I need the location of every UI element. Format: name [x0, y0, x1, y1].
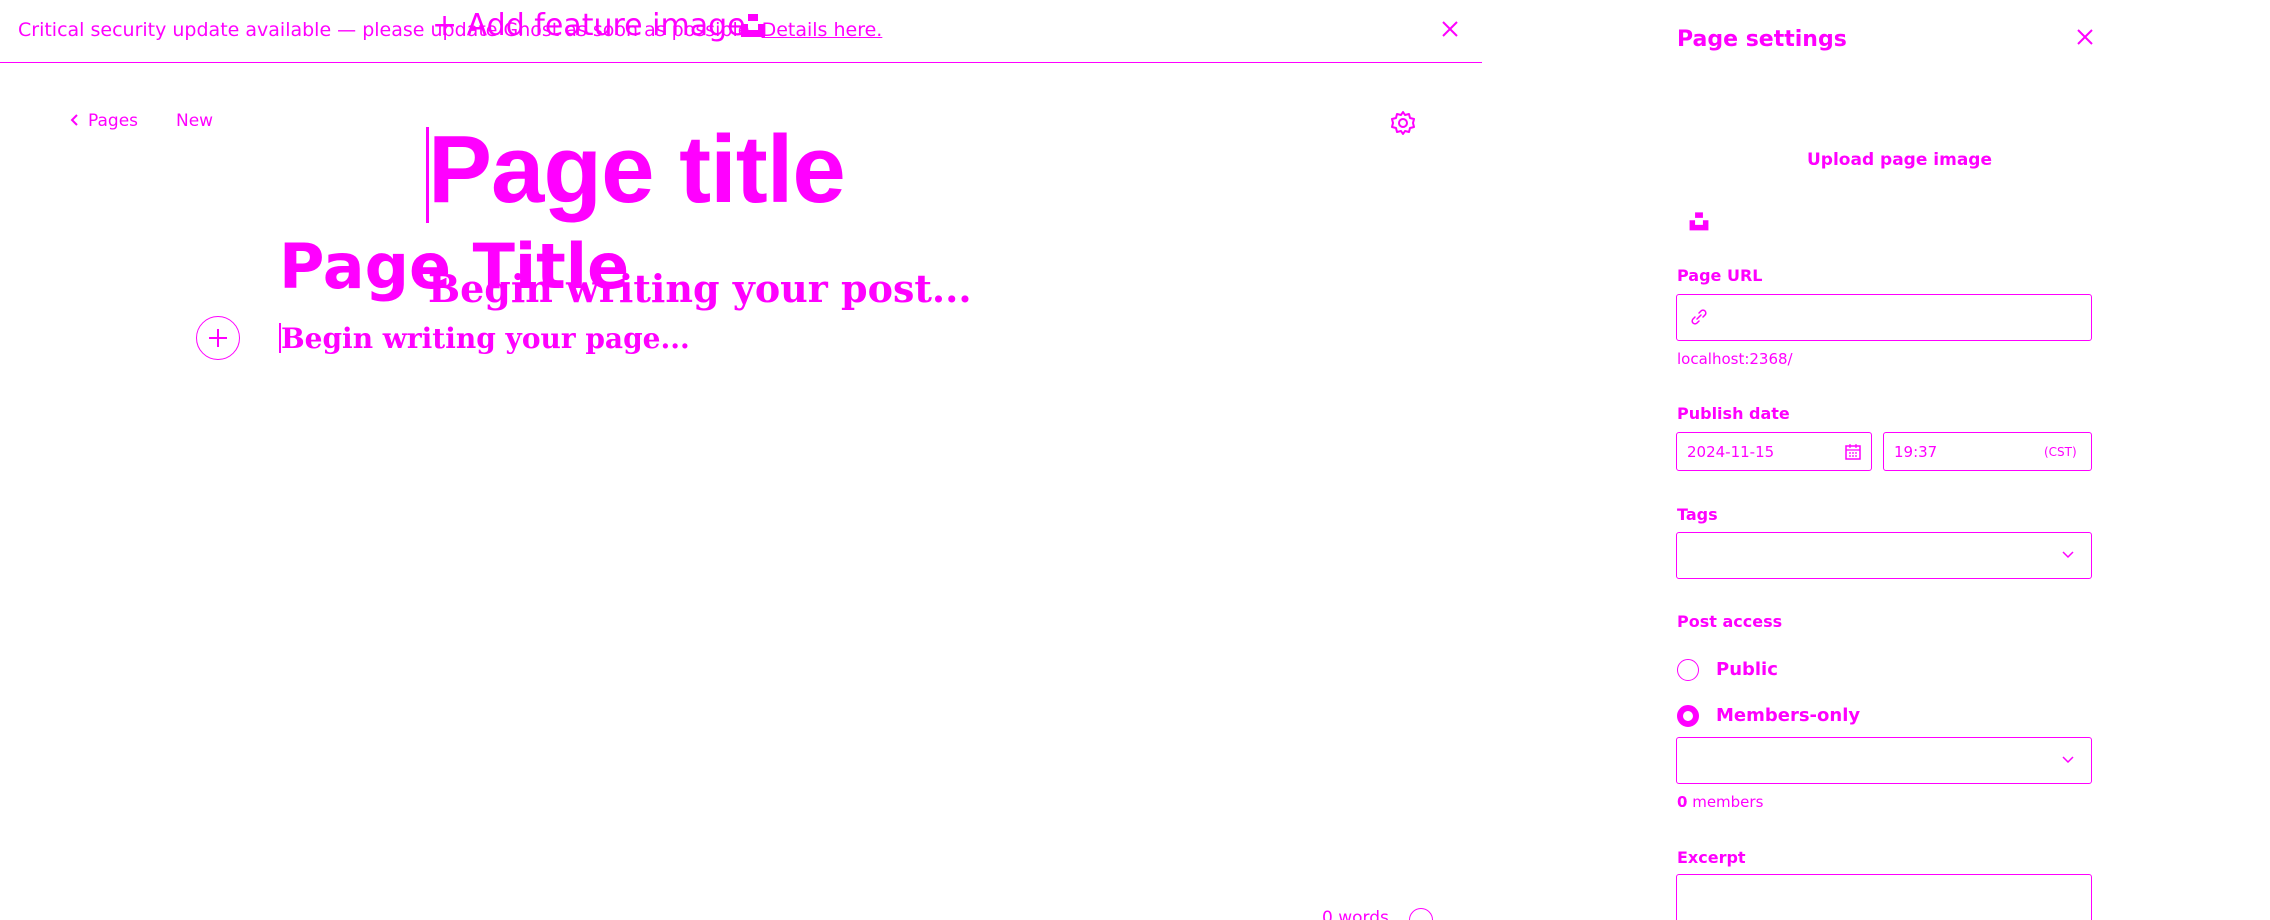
publish-date-value: 2024-11-15	[1687, 443, 1775, 461]
tags-label: Tags	[1677, 505, 1718, 524]
page-url-input[interactable]	[1676, 294, 2092, 341]
editor-app: Critical security update available — ple…	[0, 0, 2270, 920]
breadcrumb-pages-link[interactable]: Pages	[70, 111, 138, 131]
close-icon[interactable]	[2074, 26, 2096, 48]
page-body-editor[interactable]: Begin writing your page...	[281, 322, 690, 355]
publish-time-input[interactable]: 19:37 (CST)	[1883, 432, 2092, 471]
page-title-input[interactable]: Page title	[428, 115, 846, 225]
chevron-down-icon	[2062, 756, 2074, 764]
access-members-label[interactable]: Members-only	[1716, 705, 1860, 726]
page-url-preview: localhost:2368/	[1677, 350, 1793, 368]
member-count-suffix: members	[1687, 793, 1764, 811]
add-feature-image-button[interactable]: + Add feature image	[432, 8, 746, 43]
publish-date-input[interactable]: 2024-11-15	[1676, 432, 1872, 471]
close-icon[interactable]	[1437, 16, 1463, 42]
plus-icon	[209, 329, 227, 347]
post-access-label: Post access	[1677, 612, 1783, 631]
unsplash-icon[interactable]	[1688, 210, 1710, 232]
post-status: New	[176, 111, 214, 131]
unsplash-icon[interactable]	[739, 11, 767, 39]
chevron-left-icon	[70, 114, 80, 130]
member-count: 0 members	[1677, 793, 1763, 811]
page-url-label: Page URL	[1677, 266, 1763, 285]
chevron-down-icon	[2062, 551, 2074, 559]
settings-panel-title: Page settings	[1677, 27, 1847, 52]
calendar-icon	[1845, 444, 1861, 460]
tags-select[interactable]	[1676, 532, 2092, 579]
banner-details-link[interactable]: Details here.	[762, 19, 883, 41]
publish-date-label: Publish date	[1677, 404, 1790, 423]
publish-time-value: 19:37	[1894, 443, 1938, 461]
word-count: 0 words	[1322, 908, 1389, 920]
breadcrumb-label: Pages	[88, 111, 139, 131]
link-icon	[1691, 309, 1707, 325]
excerpt-label: Excerpt	[1677, 848, 1746, 867]
gear-icon[interactable]	[1390, 110, 1416, 136]
upload-page-image-button[interactable]: Upload page image	[1807, 150, 1992, 170]
member-count-number: 0	[1677, 793, 1688, 811]
access-public-label[interactable]: Public	[1716, 659, 1778, 680]
post-body-placeholder[interactable]: Begin writing your post...	[428, 266, 972, 311]
help-icon[interactable]	[1409, 908, 1433, 920]
member-tiers-select[interactable]	[1676, 737, 2092, 784]
access-members-radio[interactable]	[1677, 705, 1699, 727]
timezone-label: (CST)	[2044, 445, 2077, 459]
access-public-radio[interactable]	[1677, 659, 1699, 681]
add-card-button[interactable]	[196, 316, 240, 360]
excerpt-textarea[interactable]	[1676, 874, 2092, 920]
